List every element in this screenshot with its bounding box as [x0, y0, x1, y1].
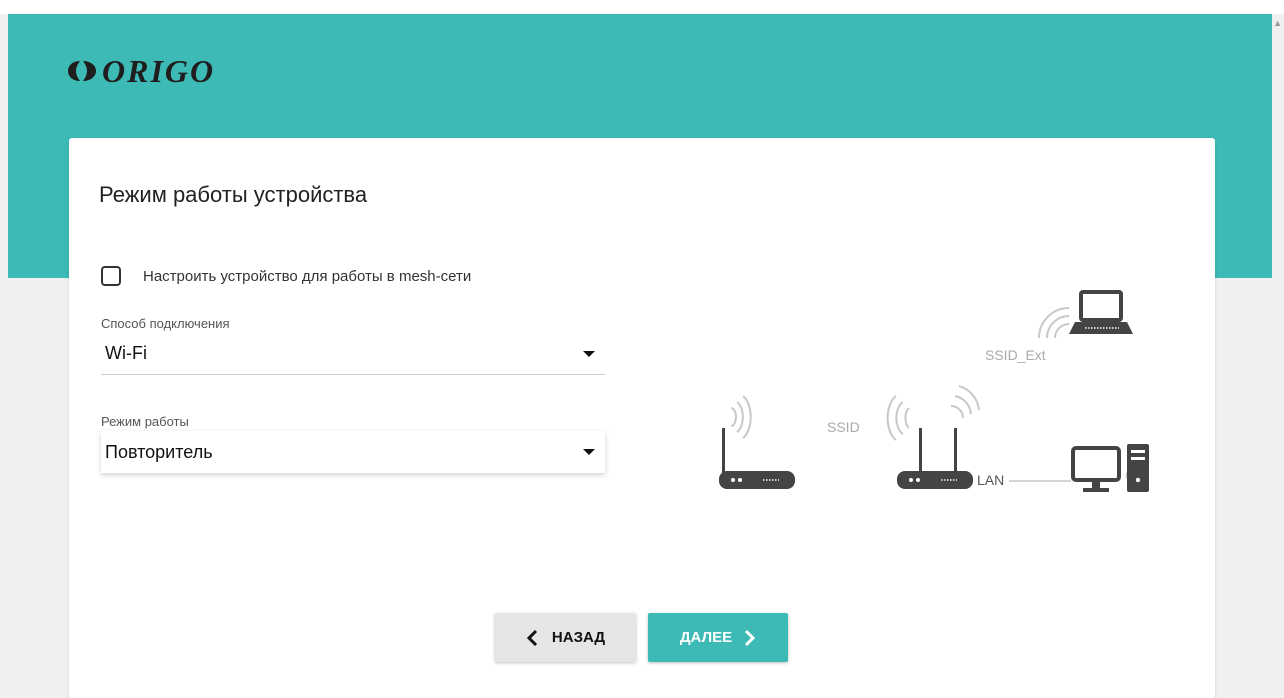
caret-down-icon: [583, 350, 595, 357]
page-title: Режим работы устройства: [99, 182, 368, 207]
logo: ORIGO: [68, 55, 215, 87]
mode-select[interactable]: Повторитель: [101, 431, 605, 473]
ssid-ext-label: SSID_Ext: [985, 347, 1046, 363]
repeater-signal-in-icon: [886, 395, 910, 441]
connection-select[interactable]: Wi-Fi: [101, 333, 605, 375]
connection-field: Способ подключения Wi-Fi: [101, 316, 605, 375]
repeater-router-icon: [897, 428, 973, 489]
ssid-label: SSID: [827, 419, 860, 435]
mode-label: Режим работы: [101, 414, 189, 429]
origo-mark-icon: [68, 61, 96, 81]
connection-label: Способ подключения: [101, 316, 230, 331]
scroll-up-icon[interactable]: ▲: [1273, 18, 1282, 28]
desktop-computer-icon: [1071, 444, 1149, 492]
mesh-checkbox[interactable]: [101, 266, 121, 286]
lan-label: LAN: [977, 472, 1004, 488]
next-button-label: ДАЛЕЕ: [679, 629, 733, 646]
mode-value: Повторитель: [105, 441, 213, 462]
main-router-icon: [719, 428, 795, 489]
chevron-left-icon: [526, 629, 538, 647]
next-button[interactable]: ДАЛЕЕ: [648, 613, 788, 662]
mode-field: Режим работы Повторитель: [101, 414, 605, 473]
repeater-signal-out-icon: [950, 385, 980, 419]
mesh-checkbox-label: Настроить устройство для работы в mesh-с…: [143, 267, 472, 285]
logo-text: ORIGO: [102, 53, 216, 89]
top-strip: [0, 0, 1284, 14]
back-button[interactable]: НАЗАД: [495, 613, 636, 662]
chevron-right-icon: [744, 629, 756, 647]
repeater-diagram: SSID SSID_Ext LAN: [719, 290, 1149, 492]
connection-value: Wi-Fi: [105, 343, 147, 363]
mesh-option[interactable]: Настроить устройство для работы в mesh-с…: [101, 266, 471, 286]
laptop-icon: [1069, 290, 1133, 334]
caret-down-icon: [583, 449, 595, 455]
mode-card: Режим работы устройства Настроить устрой…: [69, 138, 1215, 698]
back-button-label: НАЗАД: [551, 629, 606, 646]
main-router-signal-icon: [730, 395, 752, 439]
laptop-wave-icon: [1038, 307, 1070, 339]
